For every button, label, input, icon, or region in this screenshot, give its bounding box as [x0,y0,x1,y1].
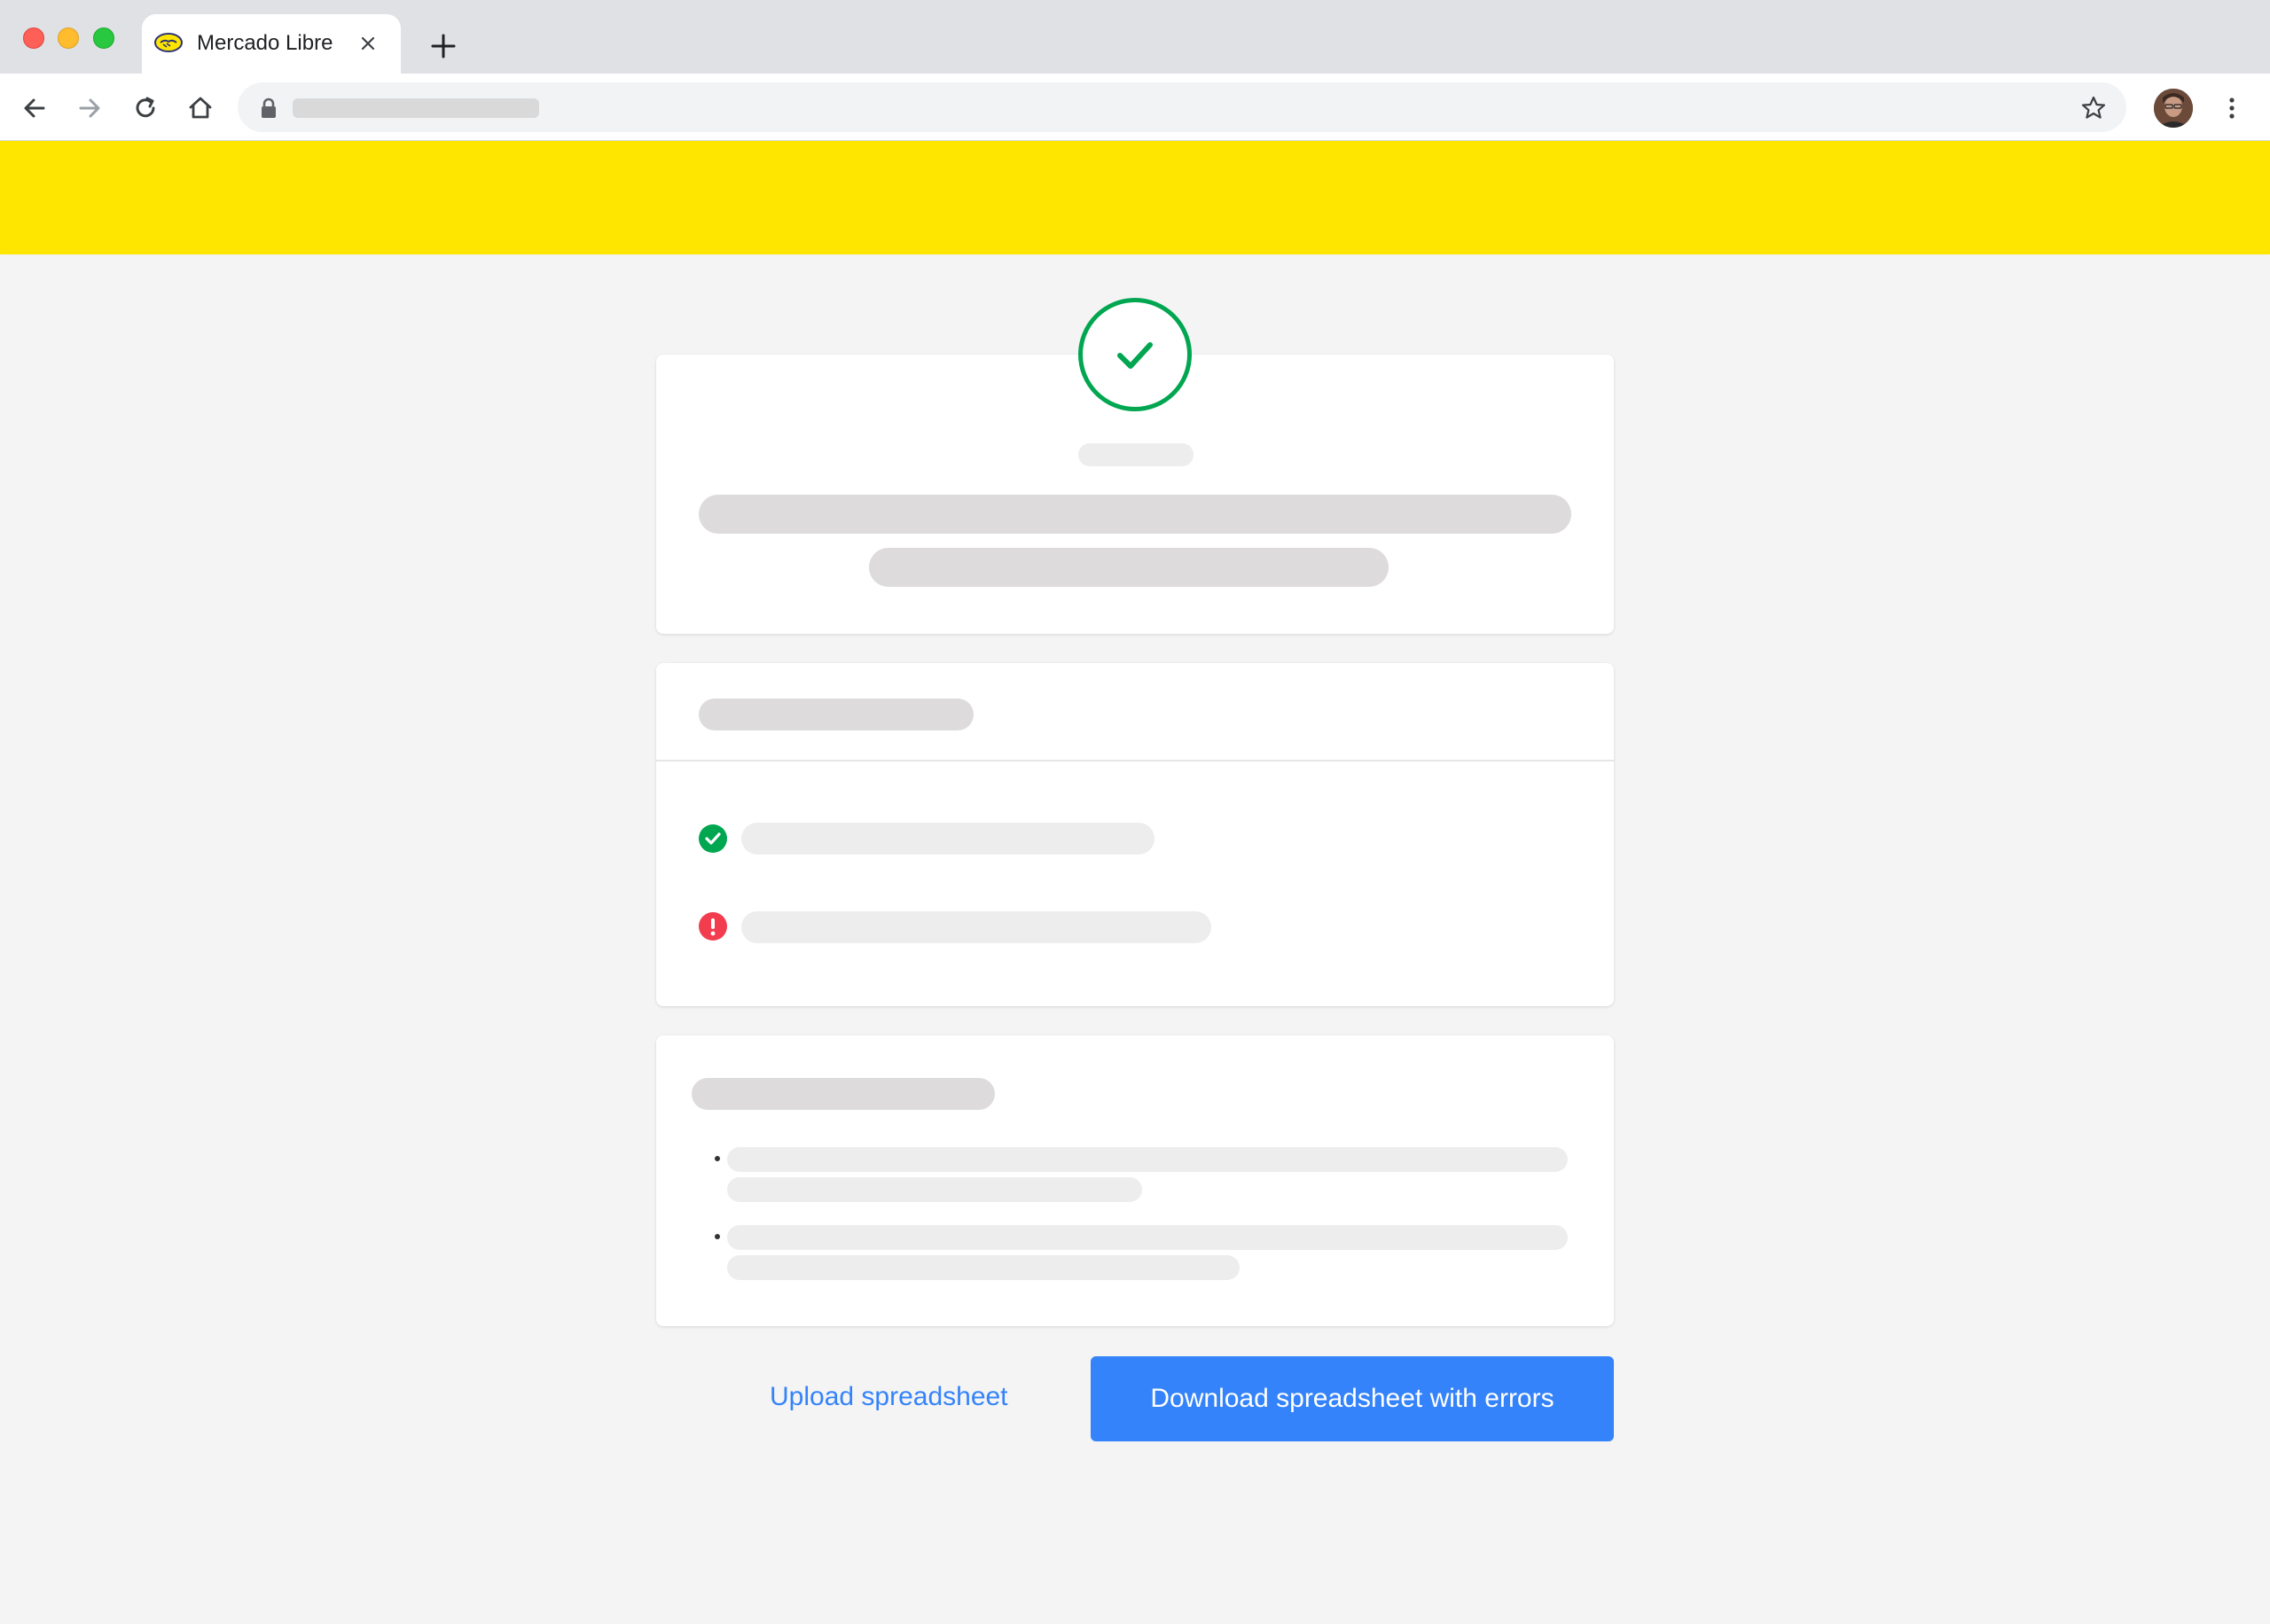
browser-titlebar: Mercado Libre [0,0,2270,74]
result-subtitle-placeholder [869,548,1389,587]
site-header [0,141,2270,254]
list-bullet [715,1156,720,1161]
browser-toolbar [0,74,2270,141]
plus-icon[interactable] [429,32,458,60]
list-item-line-placeholder [727,1255,1240,1280]
browser-tab[interactable]: Mercado Libre [142,14,401,74]
reload-icon[interactable] [130,93,160,123]
window-minimize-button[interactable] [58,27,79,49]
mercado-libre-handshake-icon [154,33,183,52]
arrow-right-icon[interactable] [74,93,105,123]
window-close-button[interactable] [23,27,44,49]
check-circle-icon [1078,298,1192,411]
list-item-line-placeholder [727,1225,1568,1250]
list-bullet [715,1234,720,1239]
close-icon[interactable] [358,34,378,53]
arrow-left-icon[interactable] [20,93,50,123]
notes-heading-placeholder [692,1078,995,1110]
list-item-line-placeholder [727,1177,1142,1202]
address-bar[interactable] [238,82,2126,132]
status-item-success-placeholder [741,823,1155,855]
tab-title: Mercado Libre [197,31,333,55]
exclamation-circle-icon [699,912,727,941]
window-zoom-button[interactable] [93,27,114,49]
status-card-divider [656,760,1614,761]
download-errors-button[interactable]: Download spreadsheet with errors [1091,1356,1614,1441]
kebab-menu-icon[interactable] [2217,93,2247,123]
result-title-placeholder [699,495,1571,534]
avatar[interactable] [2154,89,2193,128]
status-card [656,663,1614,1006]
check-circle-icon [699,824,727,853]
status-heading-placeholder [699,699,974,730]
result-label-placeholder [1078,443,1194,466]
url-text-placeholder [293,98,539,118]
upload-spreadsheet-link[interactable]: Upload spreadsheet [770,1382,1008,1412]
lock-icon [262,98,276,118]
notes-card [656,1035,1614,1326]
status-item-error-placeholder [741,911,1211,943]
star-icon[interactable] [2080,95,2107,121]
download-errors-button-label: Download spreadsheet with errors [1150,1384,1554,1413]
home-icon[interactable] [185,93,215,123]
list-item-line-placeholder [727,1147,1568,1172]
